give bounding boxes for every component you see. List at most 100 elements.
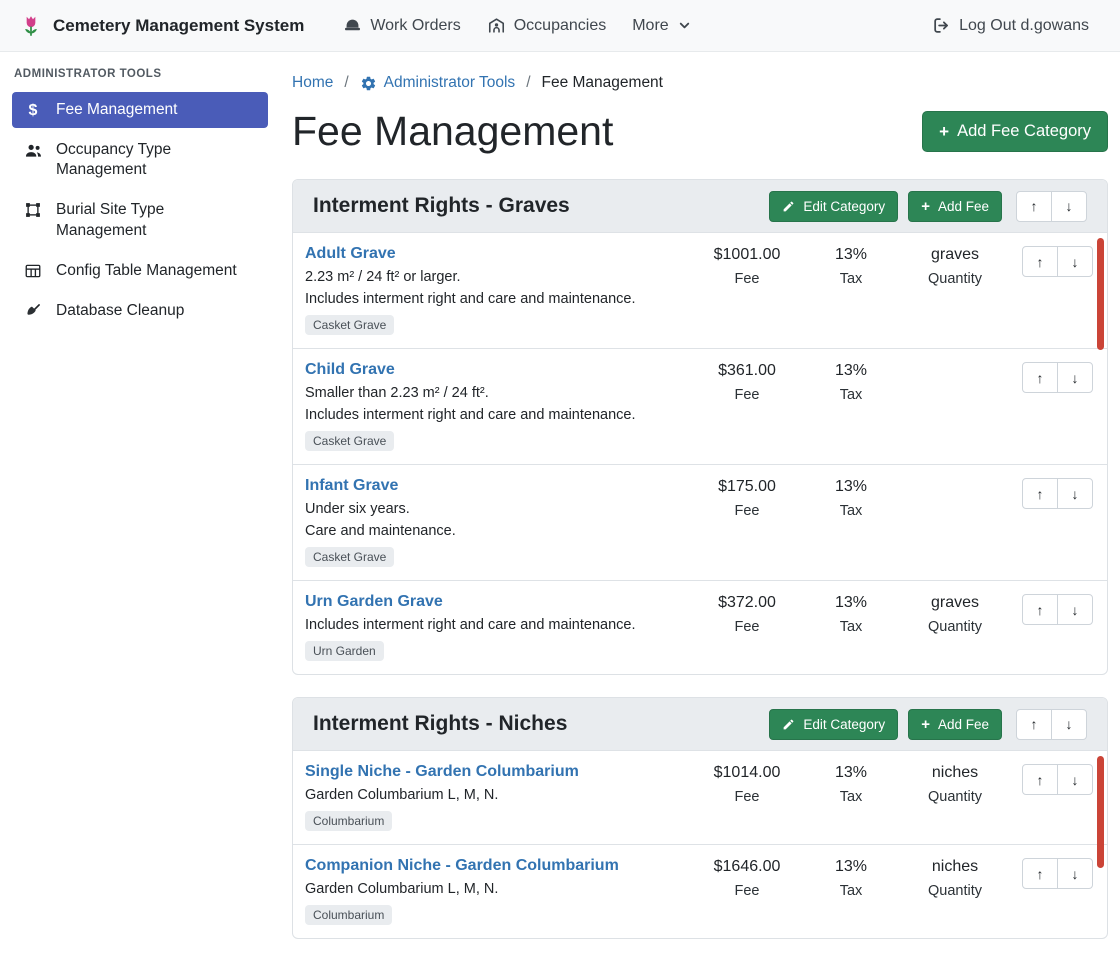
fee-actions: ↑ ↓ [1007,477,1093,509]
fee-amount-col: $175.00 Fee [695,477,799,519]
fee-tax-col: 13% Tax [799,477,903,519]
button-label: Edit Category [803,717,885,732]
fee-quantity-col [903,477,1007,478]
fee-row: Child Grave Smaller than 2.23 m² / 24 ft… [293,348,1107,464]
fee-move-up-button[interactable]: ↑ [1022,246,1058,277]
arrow-up-icon: ↑ [1037,866,1044,882]
breadcrumb: Home / Administrator Tools / Fee Managem… [292,62,1108,94]
fee-move-down-button[interactable]: ↓ [1057,858,1093,889]
fee-tax: 13% [799,362,903,380]
plus-icon: + [921,717,930,732]
fee-amount: $372.00 [695,594,799,612]
fee-row: Companion Niche - Garden Columbarium Gar… [293,844,1107,938]
nav-links: Work Orders Occupancies More [330,8,704,43]
fee-info: Child Grave Smaller than 2.23 m² / 24 ft… [305,361,695,451]
arrow-up-icon: ↑ [1037,486,1044,502]
arrow-up-icon: ↑ [1037,370,1044,386]
fee-tax-label: Tax [799,619,903,635]
sidebar-item-label: Database Cleanup [56,301,184,321]
main-content: Home / Administrator Tools / Fee Managem… [280,52,1120,961]
fee-quantity: graves [903,594,1007,612]
fee-move-up-button[interactable]: ↑ [1022,594,1058,625]
fee-name-link[interactable]: Single Niche - Garden Columbarium [305,763,579,781]
add-fee-button[interactable]: + Add Fee [908,191,1002,222]
fee-quantity: niches [903,764,1007,782]
fee-move-up-button[interactable]: ↑ [1022,478,1058,509]
logout-label: Log Out d.gowans [959,17,1089,35]
nav-label: Occupancies [514,17,607,35]
sidebar-heading: Administrator Tools [14,68,268,80]
button-label: Add Fee Category [957,122,1091,141]
fee-move-down-button[interactable]: ↓ [1057,764,1093,795]
fee-name-link[interactable]: Urn Garden Grave [305,593,443,611]
fee-name-link[interactable]: Child Grave [305,361,395,379]
category-move-down-button[interactable]: ↓ [1051,191,1087,222]
fee-type-badge: Columbarium [305,905,392,925]
breadcrumb-separator: / [344,74,348,92]
fee-quantity-label: Quantity [903,271,1007,287]
sidebar-item-occupancy-type-management[interactable]: Occupancy Type Management [12,132,268,188]
chevron-down-icon [677,18,692,33]
fee-amount-label: Fee [695,271,799,287]
breadcrumb-admin-tools-link[interactable]: Administrator Tools [360,74,516,92]
edit-category-button[interactable]: Edit Category [769,191,898,222]
logout-icon [932,16,951,35]
fee-move-up-button[interactable]: ↑ [1022,764,1058,795]
fee-amount-label: Fee [695,789,799,805]
scrollbar-thumb[interactable] [1097,756,1104,868]
fee-move-down-button[interactable]: ↓ [1057,478,1093,509]
fee-quantity-col [903,361,1007,362]
sidebar-item-config-table-management[interactable]: Config Table Management [12,253,268,289]
nav-item-work-orders[interactable]: Work Orders [330,8,473,43]
fee-amount-col: $361.00 Fee [695,361,799,403]
category-move-up-button[interactable]: ↑ [1016,191,1052,222]
top-navbar: Cemetery Management System Work Orders O… [0,0,1120,52]
nav-item-occupancies[interactable]: Occupancies [474,8,620,43]
fee-amount: $1646.00 [695,858,799,876]
fee-name-link[interactable]: Companion Niche - Garden Columbarium [305,857,619,875]
fee-tax-col: 13% Tax [799,857,903,899]
fee-row: Adult Grave 2.23 m² / 24 ft² or larger. … [293,232,1107,348]
fee-tax-label: Tax [799,503,903,519]
sidebar-item-burial-site-type-management[interactable]: Burial Site Type Management [12,192,268,248]
fee-tax-label: Tax [799,271,903,287]
fee-move-up-button[interactable]: ↑ [1022,362,1058,393]
arrow-down-icon: ↓ [1066,198,1073,214]
add-fee-button[interactable]: + Add Fee [908,709,1002,740]
nav-item-more[interactable]: More [619,9,704,43]
scrollbar-thumb[interactable] [1097,238,1104,350]
breadcrumb-current: Fee Management [542,74,664,92]
fee-tax-label: Tax [799,883,903,899]
fee-description: Smaller than 2.23 m² / 24 ft². [305,385,689,401]
fee-quantity: niches [903,858,1007,876]
sidebar-item-label: Config Table Management [56,261,237,281]
breadcrumb-home-link[interactable]: Home [292,74,333,92]
fee-name-link[interactable]: Infant Grave [305,477,398,495]
category-title: Interment Rights - Graves [313,194,759,218]
fee-actions: ↑ ↓ [1007,857,1093,889]
fee-quantity: graves [903,246,1007,264]
person-shelter-icon [487,16,506,35]
fee-amount-col: $1014.00 Fee [695,763,799,805]
plus-icon: + [921,199,930,214]
sidebar-item-database-cleanup[interactable]: Database Cleanup [12,293,268,329]
fee-move-down-button[interactable]: ↓ [1057,362,1093,393]
sidebar-item-label: Fee Management [56,100,178,120]
arrow-down-icon: ↓ [1072,602,1079,618]
fee-move-up-button[interactable]: ↑ [1022,858,1058,889]
arrow-up-icon: ↑ [1037,254,1044,270]
fee-name-link[interactable]: Adult Grave [305,245,396,263]
fee-tax-label: Tax [799,387,903,403]
fee-type-badge: Casket Grave [305,431,394,451]
fee-move-down-button[interactable]: ↓ [1057,246,1093,277]
category-move-up-button[interactable]: ↑ [1016,709,1052,740]
edit-category-button[interactable]: Edit Category [769,709,898,740]
fee-amount: $361.00 [695,362,799,380]
sidebar-item-fee-management[interactable]: $ Fee Management [12,92,268,128]
logout-button[interactable]: Log Out d.gowans [919,8,1102,43]
fee-actions: ↑ ↓ [1007,593,1093,625]
add-fee-category-button[interactable]: + Add Fee Category [922,111,1108,152]
category-move-down-button[interactable]: ↓ [1051,709,1087,740]
fee-move-down-button[interactable]: ↓ [1057,594,1093,625]
brand[interactable]: Cemetery Management System [18,13,304,39]
